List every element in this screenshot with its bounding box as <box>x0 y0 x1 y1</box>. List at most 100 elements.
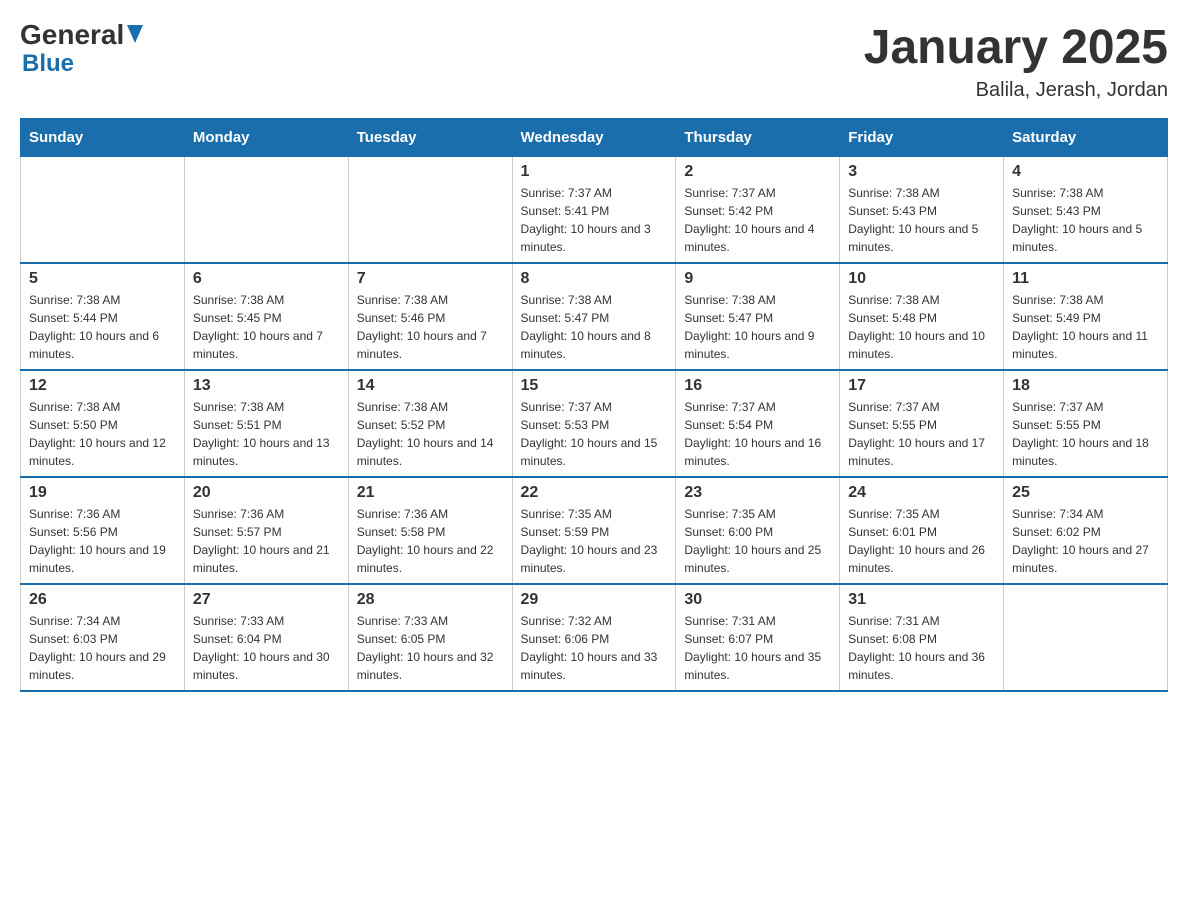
calendar-cell: 17 Sunrise: 7:37 AMSunset: 5:55 PMDayligh… <box>840 370 1004 477</box>
day-number: 22 <box>521 484 668 502</box>
weekday-header-wednesday: Wednesday <box>512 119 676 157</box>
calendar-cell: 26Sunrise: 7:34 AMSunset: 6:03 PMDayligh… <box>21 584 185 691</box>
day-info-line: Daylight: 10 hours and 4 minutes. <box>684 222 814 254</box>
calendar-header: SundayMondayTuesdayWednesdayThursdayFrid… <box>21 119 1168 157</box>
day-number: 7 <box>357 270 504 288</box>
day-info: Sunrise: 7:35 AMSunset: 6:01 PMDaylight:… <box>848 505 995 577</box>
day-info-line: Sunset: 6:00 PM <box>684 525 773 539</box>
day-info-line: Daylight: 10 hours and 8 minutes. <box>521 329 651 361</box>
day-number: 3 <box>848 163 995 181</box>
day-info-line: Sunrise: 7:38 AM <box>684 293 775 307</box>
day-info-line: Sunset: 5:53 PM <box>521 418 610 432</box>
day-info-line: Daylight: 10 hours and 35 minutes. <box>684 650 821 682</box>
day-info-line: Sunset: 5:46 PM <box>357 311 446 325</box>
calendar-cell: 14Sunrise: 7:38 AMSunset: 5:52 PMDayligh… <box>348 370 512 477</box>
day-number: 29 <box>521 591 668 609</box>
day-info-line: Sunrise: 7:38 AM <box>357 293 448 307</box>
day-number: 2 <box>684 163 831 181</box>
day-info-line: Sunrise: 7:38 AM <box>848 186 939 200</box>
day-info-line: Daylight: 10 hours and 26 minutes. <box>848 543 985 575</box>
day-number: 16 <box>684 377 831 395</box>
day-number: 23 <box>684 484 831 502</box>
day-info-line: Sunrise: 7:37 AM <box>1012 400 1103 414</box>
day-info-line: Sunset: 6:07 PM <box>684 632 773 646</box>
calendar-cell <box>348 157 512 264</box>
day-info-line: Sunset: 5:43 PM <box>1012 204 1101 218</box>
day-info-line: Sunrise: 7:38 AM <box>1012 186 1103 200</box>
calendar-cell: 8Sunrise: 7:38 AMSunset: 5:47 PMDaylight… <box>512 263 676 370</box>
day-info: Sunrise: 7:38 AMSunset: 5:51 PMDaylight:… <box>193 398 340 470</box>
day-number: 15 <box>521 377 668 395</box>
day-info-line: Sunset: 5:50 PM <box>29 418 118 432</box>
day-info-line: Sunset: 5:51 PM <box>193 418 282 432</box>
logo: General Blue <box>20 20 143 77</box>
day-number: 12 <box>29 377 176 395</box>
calendar-cell: 12Sunrise: 7:38 AMSunset: 5:50 PMDayligh… <box>21 370 185 477</box>
day-info: Sunrise: 7:34 AMSunset: 6:02 PMDaylight:… <box>1012 505 1159 577</box>
day-info: Sunrise: 7:38 AMSunset: 5:50 PMDaylight:… <box>29 398 176 470</box>
calendar-cell: 28 Sunrise: 7:33 AMSunset: 6:05 PMDayligh… <box>348 584 512 691</box>
day-info-line: Daylight: 10 hours and 9 minutes. <box>684 329 814 361</box>
day-number: 17 <box>848 377 995 395</box>
day-info: Sunrise: 7:38 AMSunset: 5:45 PMDaylight:… <box>193 291 340 363</box>
day-info-line: Sunset: 5:47 PM <box>684 311 773 325</box>
calendar-cell <box>184 157 348 264</box>
title-area: January 2025 Balila, Jerash, Jordan <box>864 20 1168 102</box>
day-info-line: Sunset: 5:49 PM <box>1012 311 1101 325</box>
day-number: 19 <box>29 484 176 502</box>
day-info-line: Sunrise: 7:37 AM <box>848 400 939 414</box>
day-number: 14 <box>357 377 504 395</box>
day-info-line: Sunrise: 7:38 AM <box>357 400 448 414</box>
day-info-line: Sunset: 5:58 PM <box>357 525 446 539</box>
day-info-line: Sunrise: 7:38 AM <box>193 293 284 307</box>
calendar-cell: 1Sunrise: 7:37 AMSunset: 5:41 PMDaylight… <box>512 157 676 264</box>
day-info-line: Sunrise: 7:31 AM <box>848 614 939 628</box>
day-info-line: Daylight: 10 hours and 19 minutes. <box>29 543 166 575</box>
day-info-line: Sunrise: 7:34 AM <box>29 614 120 628</box>
day-info-line: Sunset: 6:06 PM <box>521 632 610 646</box>
calendar-cell: 21Sunrise: 7:36 AMSunset: 5:58 PMDayligh… <box>348 477 512 584</box>
day-info-line: Daylight: 10 hours and 32 minutes. <box>357 650 494 682</box>
day-info-line: Sunrise: 7:38 AM <box>1012 293 1103 307</box>
day-info: Sunrise: 7:33 AMSunset: 6:05 PMDaylight:… <box>357 612 504 684</box>
day-info-line: Sunrise: 7:36 AM <box>193 507 284 521</box>
day-info: Sunrise: 7:37 AMSunset: 5:55 PMDaylight:… <box>848 398 995 470</box>
calendar-cell: 2Sunrise: 7:37 AMSunset: 5:42 PMDaylight… <box>676 157 840 264</box>
logo-blue-text: Blue <box>22 50 74 77</box>
day-info: Sunrise: 7:38 AM Sunset: 5:46 PM Daylight:… <box>357 291 504 363</box>
day-number: 20 <box>193 484 340 502</box>
day-number: 9 <box>684 270 831 288</box>
day-info-line: Sunrise: 7:37 AM <box>521 186 612 200</box>
day-info-line: Sunset: 5:43 PM <box>848 204 937 218</box>
calendar-cell: 7 Sunrise: 7:38 AM Sunset: 5:46 PM Daylight… <box>348 263 512 370</box>
calendar-cell: 22Sunrise: 7:35 AMSunset: 5:59 PMDayligh… <box>512 477 676 584</box>
day-info: Sunrise: 7:38 AMSunset: 5:44 PMDaylight:… <box>29 291 176 363</box>
day-number: 11 <box>1012 270 1159 288</box>
day-info-line: Daylight: 10 hours and 16 minutes. <box>684 436 821 468</box>
weekday-header-friday: Friday <box>840 119 1004 157</box>
day-info-line: Daylight: 10 hours and 7 minutes. <box>357 329 487 361</box>
calendar-cell: 3Sunrise: 7:38 AMSunset: 5:43 PMDaylight… <box>840 157 1004 264</box>
day-number: 31 <box>848 591 995 609</box>
calendar-cell: 30Sunrise: 7:31 AMSunset: 6:07 PMDayligh… <box>676 584 840 691</box>
day-number: 28 <box>357 591 504 609</box>
calendar-cell: 18Sunrise: 7:37 AMSunset: 5:55 PMDayligh… <box>1004 370 1168 477</box>
day-number: 21 <box>357 484 504 502</box>
day-info-line: Sunset: 6:04 PM <box>193 632 282 646</box>
day-info-line: Sunset: 5:47 PM <box>521 311 610 325</box>
day-number: 6 <box>193 270 340 288</box>
day-info: Sunrise: 7:35 AMSunset: 6:00 PMDaylight:… <box>684 505 831 577</box>
logo-general-row: General <box>20 20 143 51</box>
calendar-cell: 6 Sunrise: 7:38 AMSunset: 5:45 PMDaylight… <box>184 263 348 370</box>
day-info-line: Sunset: 5:48 PM <box>848 311 937 325</box>
weekday-header-tuesday: Tuesday <box>348 119 512 157</box>
day-info-line: Sunset: 5:52 PM <box>357 418 446 432</box>
day-info: Sunrise: 7:38 AMSunset: 5:47 PMDaylight:… <box>521 291 668 363</box>
day-info-line: Sunset: 5:54 PM <box>684 418 773 432</box>
calendar-cell: 29Sunrise: 7:32 AMSunset: 6:06 PMDayligh… <box>512 584 676 691</box>
day-info-line: Daylight: 10 hours and 5 minutes. <box>1012 222 1142 254</box>
day-info-line: Sunrise: 7:38 AM <box>29 400 120 414</box>
day-info: Sunrise: 7:37 AMSunset: 5:54 PMDaylight:… <box>684 398 831 470</box>
weekday-header-row: SundayMondayTuesdayWednesdayThursdayFrid… <box>21 119 1168 157</box>
day-info-line: Sunrise: 7:36 AM <box>29 507 120 521</box>
